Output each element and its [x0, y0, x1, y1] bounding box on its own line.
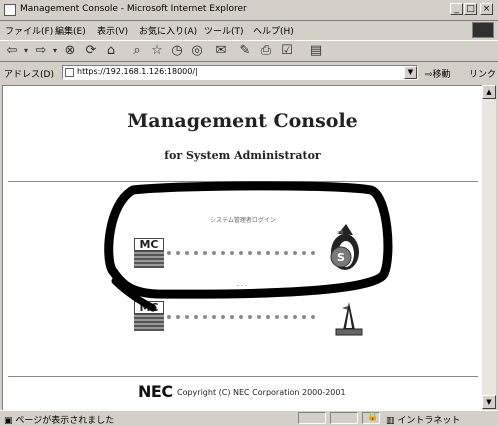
ie-page-icon — [4, 4, 16, 16]
page-icon — [65, 68, 74, 77]
menu-help[interactable]: ヘルプ(H) — [253, 24, 294, 37]
vertical-scrollbar[interactable]: ▲ ▼ — [482, 85, 496, 409]
maximize-button[interactable]: □ — [464, 3, 477, 15]
status-pane-1 — [298, 412, 326, 424]
menu-tools[interactable]: ツール(T) — [204, 24, 244, 37]
discuss-icon[interactable]: ☑ — [279, 43, 295, 59]
links-button[interactable]: リンク » — [469, 67, 498, 80]
annotation-circle — [104, 181, 393, 312]
go-button[interactable]: ⇨移動 — [425, 67, 451, 80]
minimize-button[interactable]: _ — [450, 3, 463, 15]
scroll-down-icon[interactable]: ▼ — [482, 395, 496, 409]
address-url[interactable]: https://192.168.1.126:18000/| — [77, 67, 198, 76]
ie-logo-throbber — [472, 22, 494, 38]
close-button[interactable]: × — [480, 3, 493, 15]
media-icon[interactable]: ◎ — [189, 43, 205, 59]
go-label: 移動 — [432, 70, 451, 80]
stop-icon[interactable]: ⊗ — [62, 43, 78, 59]
page-content: Management Console for System Administra… — [2, 85, 482, 410]
history-icon[interactable]: ◷ — [169, 43, 185, 59]
forward-icon[interactable]: ⇨ — [33, 43, 49, 59]
title-bar: Management Console - Microsoft Internet … — [0, 0, 498, 21]
messenger-icon[interactable]: ▤ — [308, 43, 324, 59]
address-input[interactable]: https://192.168.1.126:18000/| — [62, 65, 418, 80]
refresh-icon[interactable]: ⟳ — [83, 43, 99, 59]
address-dropdown-icon[interactable]: ▼ — [404, 66, 417, 79]
zone-text: ▥ イントラネット — [386, 413, 460, 426]
mail-icon[interactable]: ✉ — [213, 43, 229, 59]
favorites-icon[interactable]: ☆ — [149, 43, 165, 59]
menu-view[interactable]: 表示(V) — [97, 24, 128, 37]
menu-favorites[interactable]: お気に入り(A) — [139, 24, 197, 37]
back-dropdown-icon[interactable]: ▾ — [22, 43, 30, 59]
address-bar: アドレス(D) https://192.168.1.126:18000/| ▼ … — [0, 63, 498, 83]
home-icon[interactable]: ⌂ — [103, 43, 119, 59]
status-pane-2 — [330, 412, 358, 424]
go-arrow-icon: ⇨ — [425, 70, 433, 80]
back-icon[interactable]: ⇦ — [4, 43, 20, 59]
toolbar: ⇦ ▾ ⇨ ▾ ⊗ ⟳ ⌂ ⌕ ☆ ◷ ◎ ✉ ✎ ⎙ ☑ ▤ — [0, 40, 498, 62]
print-icon[interactable]: ⎙ — [258, 43, 274, 59]
menu-edit[interactable]: 編集(E) — [55, 24, 86, 37]
forward-dropdown-icon[interactable]: ▾ — [51, 43, 59, 59]
address-label: アドレス(D) — [4, 70, 54, 80]
edit-icon[interactable]: ✎ — [237, 43, 253, 59]
status-text: ▣ ページが表示されました — [4, 413, 114, 426]
lock-icon: 🔒 — [367, 412, 379, 422]
status-lock-pane: 🔒 — [362, 412, 380, 424]
window-title: Management Console - Microsoft Internet … — [20, 4, 247, 14]
status-bar: ▣ ページが表示されました 🔒 ▥ イントラネット — [0, 410, 498, 426]
scroll-up-icon[interactable]: ▲ — [482, 85, 496, 99]
search-icon[interactable]: ⌕ — [129, 43, 145, 59]
menu-bar: ファイル(F) 編集(E) 表示(V) お気に入り(A) ツール(T) ヘルプ(… — [0, 21, 498, 39]
menu-file[interactable]: ファイル(F) — [5, 24, 53, 37]
